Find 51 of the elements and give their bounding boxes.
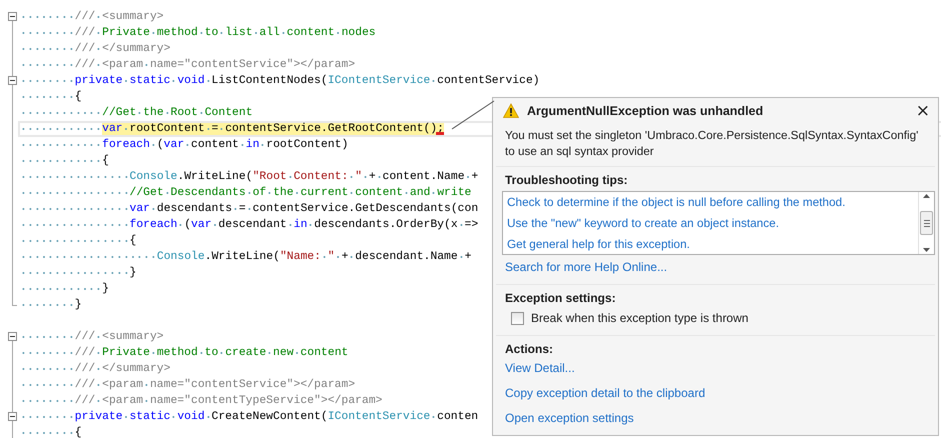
- code-comment: /// <summary>: [20, 9, 164, 25]
- exception-title: ArgumentNullException was unhandled: [527, 104, 764, 118]
- code-comment: /// <param name="contentTypeService"></param>: [20, 393, 382, 409]
- code-line: foreach (var descendant in descendants.OrderBy(x =>: [20, 217, 478, 233]
- actions-heading: Actions:: [504, 341, 554, 358]
- code-line: Console.WriteLine("Root Content: " + content.Name +: [20, 169, 478, 185]
- code-line: {: [20, 233, 136, 249]
- code-line: private static void ListContentNodes(IContentService contentService): [20, 73, 540, 89]
- tip-link[interactable]: Check to determine if the object is null before calling the method.: [507, 192, 914, 213]
- code-line: {: [20, 153, 109, 169]
- scroll-thumb[interactable]: [920, 211, 933, 235]
- scroll-down-icon[interactable]: [923, 248, 930, 252]
- tip-link[interactable]: Use the "new" keyword to create an object instance.: [507, 213, 914, 234]
- code-comment: //Get Descendants of the current content and write: [20, 185, 472, 201]
- settings-heading: Exception settings:: [504, 290, 617, 307]
- action-link[interactable]: Open exception settings: [505, 410, 926, 426]
- code-line: }: [20, 281, 109, 297]
- code-line: var descendants = contentService.GetDescendants(con: [20, 201, 478, 217]
- exception-message: You must set the singleton 'Umbraco.Core.Persistence.SqlSyntax.SyntaxConfig' to use an sql syntax provider: [504, 128, 920, 160]
- warning-icon: [503, 103, 519, 118]
- code-comment: /// <param name="contentService"></param>: [20, 57, 356, 73]
- tips-heading: Troubleshooting tips:: [504, 172, 629, 189]
- code-line: }: [20, 265, 136, 281]
- checkbox-label: Break when this exception type is thrown: [531, 311, 748, 325]
- search-help-link[interactable]: Search for more Help Online...: [505, 260, 668, 274]
- code-line: {: [20, 425, 82, 438]
- leader-line: [452, 101, 494, 131]
- collapse-icon[interactable]: [8, 412, 17, 421]
- tip-link[interactable]: Get general help for this exception.: [507, 234, 914, 255]
- scrollbar[interactable]: [918, 192, 934, 254]
- close-button[interactable]: ×: [914, 102, 932, 118]
- action-link[interactable]: View Detail...: [505, 360, 926, 376]
- code-comment: /// Private method to list all content nodes: [20, 25, 376, 41]
- action-link[interactable]: Copy exception detail to the clipboard: [505, 385, 926, 401]
- code-line: }: [20, 297, 82, 313]
- code-comment: /// </summary>: [20, 41, 170, 57]
- code-line: foreach (var content in rootContent): [20, 137, 348, 153]
- scroll-up-icon[interactable]: [923, 194, 930, 198]
- code-line: {: [20, 89, 82, 105]
- collapse-icon[interactable]: [8, 76, 17, 85]
- collapse-icon[interactable]: [8, 332, 17, 341]
- code-comment: /// <summary>: [20, 329, 164, 345]
- collapse-icon[interactable]: [8, 12, 17, 21]
- code-comment: /// <param name="contentService"></param>: [20, 377, 356, 393]
- code-comment: /// </summary>: [20, 361, 170, 377]
- break-checkbox[interactable]: [511, 312, 524, 324]
- code-comment: /// Private method to create new content: [20, 345, 348, 361]
- code-line: private static void CreateNewContent(IContentService conten: [20, 409, 478, 425]
- code-comment: //Get the Root Content: [20, 105, 253, 121]
- code-line: Console.WriteLine("Name: " + descendant.Name +: [20, 249, 472, 265]
- code-line: var rootContent = contentService.GetRootContent();: [20, 121, 444, 137]
